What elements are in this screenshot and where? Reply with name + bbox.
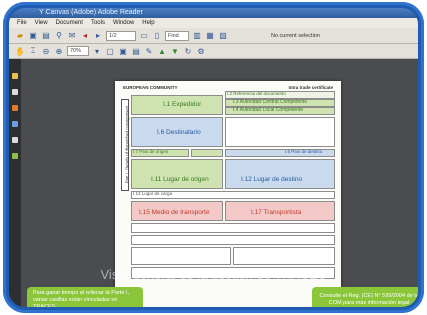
select-tool-icon[interactable]: ⌶ [28,46,38,56]
form-row[interactable] [131,247,231,265]
document-header-right: Intra trade certificate [288,85,333,90]
reader-window: Y Canvas (Adobe) Adobe Reader File View … [9,8,418,307]
box-i11-place-origin[interactable] [131,159,223,189]
box-i8-region[interactable] [191,149,223,157]
document-header: EUROPEAN COMMUNITY Intra trade certifica… [123,85,333,90]
zoom-field[interactable]: 70% [67,46,89,56]
note-left-text: Para ganar tiempo al rellenar la Parte I… [33,289,129,308]
box-i13-label: I.13 Lugar de carga [133,191,173,196]
comments-icon[interactable] [12,153,18,159]
chevron-down-icon[interactable]: ▾ [92,46,102,56]
window-titlebar: Y Canvas (Adobe) Adobe Reader [9,8,418,18]
form-row[interactable] [233,247,335,265]
part-label: Part I : Details of dispatched consignme… [121,99,130,191]
print-icon[interactable]: ▣ [28,31,38,41]
up-arrow-icon[interactable]: ▲ [157,46,167,56]
page-number-field[interactable]: 1/2 [106,30,136,41]
menu-window[interactable]: Window [113,18,134,28]
box-i1-label: I.1 Expedidor [163,101,202,108]
search-icon[interactable]: ⚲ [54,31,64,41]
email-icon[interactable]: ✉ [67,31,77,41]
note-right-text: Consulte el Reg. (CE) N° 599/2004 de la … [319,293,418,306]
box-i12-place-destination[interactable] [225,159,335,189]
rotate-icon[interactable]: ↻ [183,46,193,56]
zoom-out-icon[interactable]: ⊖ [41,46,51,56]
box-i3-label: I.3 Autoridad Central Competente [233,99,308,105]
box-i17-label: I.17 Transportista [251,209,302,216]
note-right: Consulte el Reg. (CE) N° 599/2004 de la … [312,287,418,307]
fit-icon[interactable]: ▢ [105,46,115,56]
menu-file[interactable]: File [17,18,27,28]
box-i7-label: I.7 País de origen [133,149,169,154]
box-i2-label: I.2 Referencia del documento [227,91,286,96]
menu-bar: File View Document Tools Window Help [9,18,418,28]
form-row[interactable] [131,235,335,245]
fit-width-icon[interactable]: ▭ [139,31,149,41]
menu-help[interactable]: Help [142,18,154,28]
snapshot-icon[interactable]: ▣ [118,46,128,56]
down-arrow-icon[interactable]: ▼ [170,46,180,56]
box-i9-label: I.9 País de destino [285,149,323,154]
box-i4-label: I.4 Autoridad Local Competente [233,107,304,113]
video-caption: Vista general de la gestión de TRACES [100,268,327,282]
signatures-icon[interactable] [12,137,18,143]
sign-icon[interactable]: ✎ [144,46,154,56]
menu-tools[interactable]: Tools [91,18,105,28]
part-label-text: Part I : Details of dispatched consignme… [124,105,130,184]
next-page-icon[interactable]: ▸ [93,31,103,41]
video-frame: Y Canvas (Adobe) Adobe Reader File View … [3,2,424,313]
bookmarks-icon[interactable] [12,73,18,79]
box-i11-label: I.11 Lugar de origen [151,176,209,183]
window-title: Y Canvas (Adobe) Adobe Reader [39,9,143,16]
view-toolbar: ✋ ⌶ ⊖ ⊕ 70% ▾ ▢ ▣ ▤ ✎ ▲ ▼ ↻ ⚙ [9,44,418,59]
single-page-icon[interactable]: ▥ [192,31,202,41]
form-row[interactable] [131,223,335,233]
zoom-in-icon[interactable]: ⊕ [54,46,64,56]
continuous-page-icon[interactable]: ▦ [205,31,215,41]
find-field[interactable]: Find [165,30,189,41]
menu-document[interactable]: Document [56,18,83,28]
selection-hint: No current selection [271,32,320,39]
open-folder-icon[interactable]: ▰ [15,31,25,41]
main-toolbar: ▰ ▣ ▤ ⚲ ✉ ◂ ▸ 1/2 ▭ ▯ Find ▥ ▦ ▧ No curr… [9,28,418,44]
menu-view[interactable]: View [35,18,48,28]
box-i5-blank[interactable] [225,117,335,147]
two-page-icon[interactable]: ▧ [218,31,228,41]
hand-tool-icon[interactable]: ✋ [15,46,25,56]
document-header-left: EUROPEAN COMMUNITY [123,85,178,90]
pages-panel-icon[interactable] [12,89,18,95]
note-left: Para ganar tiempo al rellenar la Parte I… [27,287,143,307]
box-i12-label: I.12 Lugar de destino [241,176,303,183]
box-i6-label: I.6 Destinatario [157,129,201,136]
attachments-icon[interactable] [12,105,18,111]
properties-icon[interactable]: ⚙ [196,46,206,56]
previous-page-icon[interactable]: ◂ [80,31,90,41]
save-icon[interactable]: ▤ [41,31,51,41]
fit-page-icon[interactable]: ▯ [152,31,162,41]
layers-icon[interactable] [12,121,18,127]
pages-icon[interactable]: ▤ [131,46,141,56]
box-i15-label: I.15 Medio de transporte [139,209,210,216]
